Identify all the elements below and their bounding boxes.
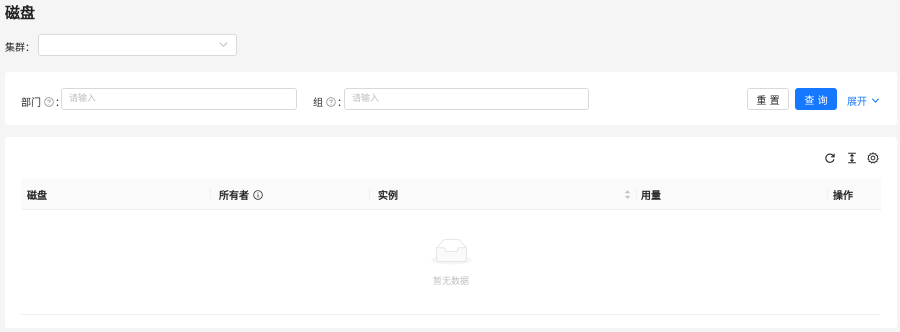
group-label: 组 ： <box>313 94 347 109</box>
group-label-text: 组 <box>313 98 323 109</box>
column-divider <box>369 188 370 201</box>
sorter-icon[interactable] <box>624 189 631 200</box>
group-input[interactable] <box>344 88 589 110</box>
search-form-card: 部门 ： 组 ： 重 置 查 询 展开 <box>5 72 897 125</box>
cluster-label: 集群： <box>5 43 35 54</box>
expand-toggle[interactable]: 展开 <box>847 93 880 108</box>
query-button[interactable]: 查 询 <box>795 88 837 110</box>
reset-button[interactable]: 重 置 <box>747 88 789 110</box>
expand-label: 展开 <box>847 97 867 108</box>
cluster-select[interactable] <box>38 34 237 56</box>
table-header: 磁盘 所有者 实例 用量 操作 <box>21 179 881 210</box>
column-divider <box>636 188 637 201</box>
column-divider <box>210 188 211 201</box>
column-header-usage[interactable]: 用量 <box>641 179 661 210</box>
owner-header-label: 所有者 <box>219 191 249 202</box>
empty-text: 暂无数据 <box>432 277 469 287</box>
column-divider <box>827 188 828 201</box>
setting-icon[interactable] <box>867 152 879 164</box>
column-header-instance[interactable]: 实例 <box>378 179 398 210</box>
reload-icon[interactable] <box>824 152 836 164</box>
info-circle-icon[interactable] <box>253 189 263 200</box>
department-input[interactable] <box>61 88 297 110</box>
empty-inbox-icon <box>431 239 472 265</box>
column-header-disk[interactable]: 磁盘 <box>27 179 47 210</box>
table-empty-state: 暂无数据 <box>21 210 881 315</box>
chevron-down-icon <box>871 98 880 103</box>
column-header-owner[interactable]: 所有者 <box>219 179 263 210</box>
department-label-text: 部门 <box>21 98 41 109</box>
question-circle-icon[interactable] <box>44 96 54 107</box>
page-title: 磁盘 <box>5 4 36 22</box>
question-circle-icon[interactable] <box>326 96 336 107</box>
table-card: 磁盘 所有者 实例 用量 操作 暂无数据 <box>5 137 897 328</box>
column-header-actions: 操作 <box>833 191 853 202</box>
column-height-icon[interactable] <box>846 152 858 164</box>
chevron-down-icon <box>219 42 228 48</box>
department-label: 部门 ： <box>21 94 65 109</box>
